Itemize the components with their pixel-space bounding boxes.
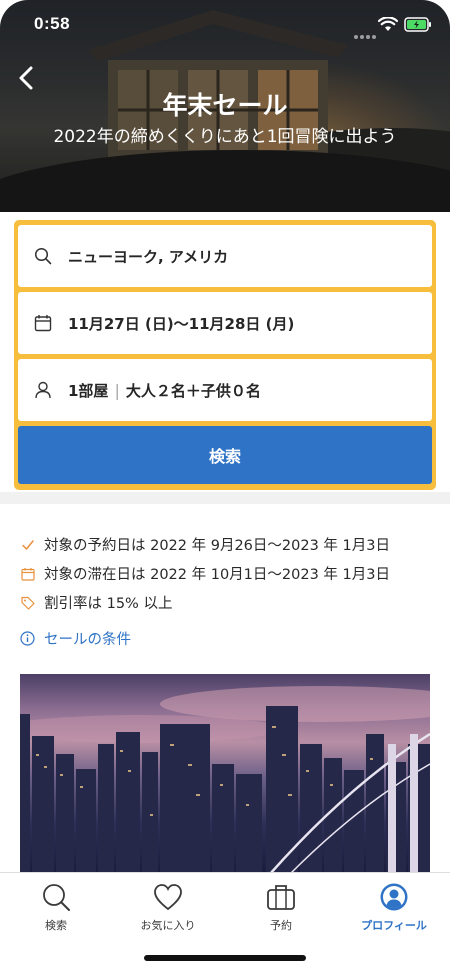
hero-banner: 0:58 年末セール 2022年の締めくくりにあと1回冒険に出よう [0,0,450,212]
booking-period-text: 対象の予約日は 2022 年 9月26日〜2023 年 1月3日 [44,538,390,554]
calendar-icon [32,312,54,334]
tab-favorites[interactable]: お気に入り [112,881,224,941]
rooms-value: 1部屋 [68,381,109,400]
tab-bookings-label: 予約 [270,919,292,932]
tab-profile-label: プロフィール [361,919,427,932]
calendar-icon [20,566,36,582]
tab-profile[interactable]: プロフィール [338,881,450,941]
sale-conditions-list: 対象の予約日は 2022 年 9月26日〜2023 年 1月3日 対象の滞在日は… [20,530,440,617]
city-skyline-image [20,674,430,874]
discount-rate-text: 割引率は 15% 以上 [44,596,173,612]
tab-bookings[interactable]: 予約 [225,881,337,941]
list-item: 対象の滞在日は 2022 年 10月1日〜2023 年 1月3日 [20,559,440,588]
date-value: 11月27日 (日)〜11月28日 (月) [68,314,295,333]
stay-period-text: 対象の滞在日は 2022 年 10月1日〜2023 年 1月3日 [44,567,390,583]
info-icon [20,631,36,647]
destination-value: ニューヨーク, アメリカ [68,247,229,266]
search-icon [32,245,54,267]
field-divider: | [114,380,120,400]
briefcase-icon [225,881,337,913]
list-item: 割引率は 15% 以上 [20,588,440,617]
guests-field[interactable]: 1部屋 | 大人２名＋子供０名 [18,359,432,421]
destination-field[interactable]: ニューヨーク, アメリカ [18,225,432,287]
battery-icon [404,17,431,32]
profile-icon [338,881,450,913]
search-form: ニューヨーク, アメリカ 11月27日 (日)〜11月28日 (月) 1部屋 |… [14,220,436,490]
status-bar: 0:58 [0,0,450,50]
tab-search-label: 検索 [45,919,67,932]
guests-value: 大人２名＋子供０名 [125,381,261,400]
tag-icon [20,595,36,611]
sale-conditions-link-label: セールの条件 [44,632,131,648]
page-subtitle: 2022年の締めくくりにあと1回冒険に出よう [53,127,397,147]
tab-search[interactable]: 検索 [0,881,112,941]
cellular-dots-icon [354,24,378,43]
section-divider [0,492,450,504]
tab-favorites-label: お気に入り [140,919,196,932]
list-item: 対象の予約日は 2022 年 9月26日〜2023 年 1月3日 [20,530,440,559]
check-icon [20,537,36,553]
status-time: 0:58 [34,14,71,33]
search-icon [0,881,112,913]
person-icon [32,379,54,401]
home-indicator [144,955,306,961]
search-button[interactable]: 検索 [18,426,432,484]
heart-icon [112,881,224,913]
date-field[interactable]: 11月27日 (日)〜11月28日 (月) [18,292,432,354]
wifi-icon [378,17,398,31]
page-title: 年末セール [162,91,288,120]
sale-conditions-link[interactable]: セールの条件 [20,628,131,649]
